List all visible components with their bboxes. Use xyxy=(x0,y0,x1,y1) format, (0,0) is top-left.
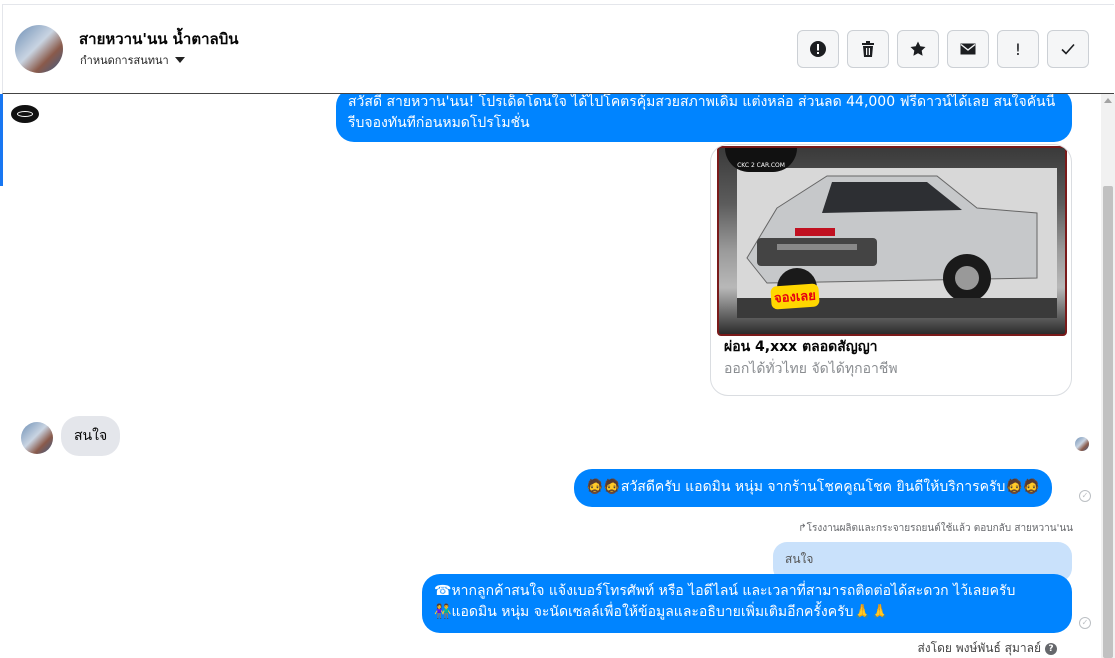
star-icon xyxy=(910,41,926,56)
sent-by-label: ส่งโดย พงษ์พันธ์ สุมาลย์ ? xyxy=(917,639,1057,658)
selection-indicator xyxy=(0,94,3,186)
telephone-emoji-icon: ☎ xyxy=(434,583,452,599)
outgoing-message-hello[interactable]: 🧔🧔สวัสดีครับ แอดมิน หนุ่ม จากร้านโชคคูณโ… xyxy=(574,469,1053,507)
message-text: สวัสดีครับ แอดมิน หนุ่ม จากร้านโชคคูณโชค… xyxy=(620,479,1006,495)
conversation-toolbar: ! xyxy=(797,30,1089,68)
page-logo-icon xyxy=(11,105,39,123)
trash-icon xyxy=(862,41,874,57)
mark-unread-button[interactable] xyxy=(947,30,989,68)
status-label: กำหนดการสนทนา xyxy=(80,54,169,67)
thread-scrollbar[interactable] xyxy=(1101,94,1115,658)
car-photo: CKC 2 CAR.COM จองเลย xyxy=(717,146,1067,336)
card-subtitle: ออกได้ทั่วไทย จัดได้ทุกอาชีพ xyxy=(724,361,898,377)
delivered-check-icon: ✓ xyxy=(1079,490,1091,502)
person-emoji-icon: 🧔🧔 xyxy=(1005,479,1041,495)
card-title: ผ่อน 4,xxx ตลอดสัญญา xyxy=(724,339,878,355)
reply-context-note: ↱โรงงานผลิตและกระจายรถยนต์ใช้แล้ว ตอบกลั… xyxy=(798,523,1073,534)
check-icon xyxy=(1061,43,1075,55)
delivered-check-icon: ✓ xyxy=(1079,617,1091,629)
incoming-message[interactable]: สนใจ xyxy=(61,416,121,456)
message-text-line2: แอดมิน หนุ่ม จะนัดเซลล์เพื่อให้ข้อมูลและ… xyxy=(451,604,854,620)
envelope-icon xyxy=(960,43,976,55)
scroll-thumb[interactable] xyxy=(1103,186,1113,658)
conversation-header: สายหวาน'นน น้ำตาลบิน กำหนดการสนทนา ! xyxy=(2,4,1114,94)
customer-avatar[interactable] xyxy=(21,422,53,454)
outgoing-message-request[interactable]: ☎หากลูกค้าสนใจ แจ้งเบอร์โทรศัพท์ หรือ ไอ… xyxy=(422,574,1072,633)
message-text-line1: หากลูกค้าสนใจ แจ้งเบอร์โทรศัพท์ หรือ ไอด… xyxy=(451,583,1016,599)
caret-down-icon xyxy=(174,57,185,63)
quoted-text: สนใจ xyxy=(785,552,814,566)
mark-done-button[interactable] xyxy=(1047,30,1089,68)
book-now-stamp: จองเลย xyxy=(770,283,820,310)
conversation-status-dropdown[interactable]: กำหนดการสนทนา xyxy=(80,51,185,69)
scroll-up-arrow-icon[interactable] xyxy=(1104,98,1112,103)
contact-name[interactable]: สายหวาน'นน น้ำตาลบิน xyxy=(79,27,239,51)
people-emoji-icon: 👫 xyxy=(434,604,452,620)
person-emoji-icon: 🧔🧔 xyxy=(586,479,621,495)
star-button[interactable] xyxy=(897,30,939,68)
seen-avatar xyxy=(1075,437,1089,451)
report-spam-button[interactable] xyxy=(797,30,839,68)
contact-avatar[interactable] xyxy=(15,25,63,73)
message-text: สนใจ xyxy=(74,428,108,444)
outgoing-message-greeting[interactable]: สวัสดี สายหวาน'นน! โปรเด็ดโดนใจ ได้ไปโคต… xyxy=(336,94,1072,142)
inbox-conversation-view: สายหวาน'นน น้ำตาลบิน กำหนดการสนทนา ! สวั… xyxy=(0,0,1115,658)
product-card[interactable]: CKC 2 CAR.COM จองเลย ผ่อน 4,xxx ตลอดสัญญ… xyxy=(710,144,1072,396)
message-text: สวัสดี สายหวาน'นน! โปรเด็ดโดนใจ ได้ไปโคต… xyxy=(348,94,1056,131)
reply-arrow-icon: ↱ xyxy=(798,523,807,534)
help-icon[interactable]: ? xyxy=(1045,642,1057,655)
message-thread[interactable]: สวัสดี สายหวาน'นน! โปรเด็ดโดนใจ ได้ไปโคต… xyxy=(0,94,1101,658)
important-label: ! xyxy=(1014,39,1022,59)
delete-button[interactable] xyxy=(847,30,889,68)
alert-circle-icon xyxy=(810,41,826,57)
pray-emoji-icon: 🙏🙏 xyxy=(853,604,889,620)
mark-important-button[interactable]: ! xyxy=(997,30,1039,68)
